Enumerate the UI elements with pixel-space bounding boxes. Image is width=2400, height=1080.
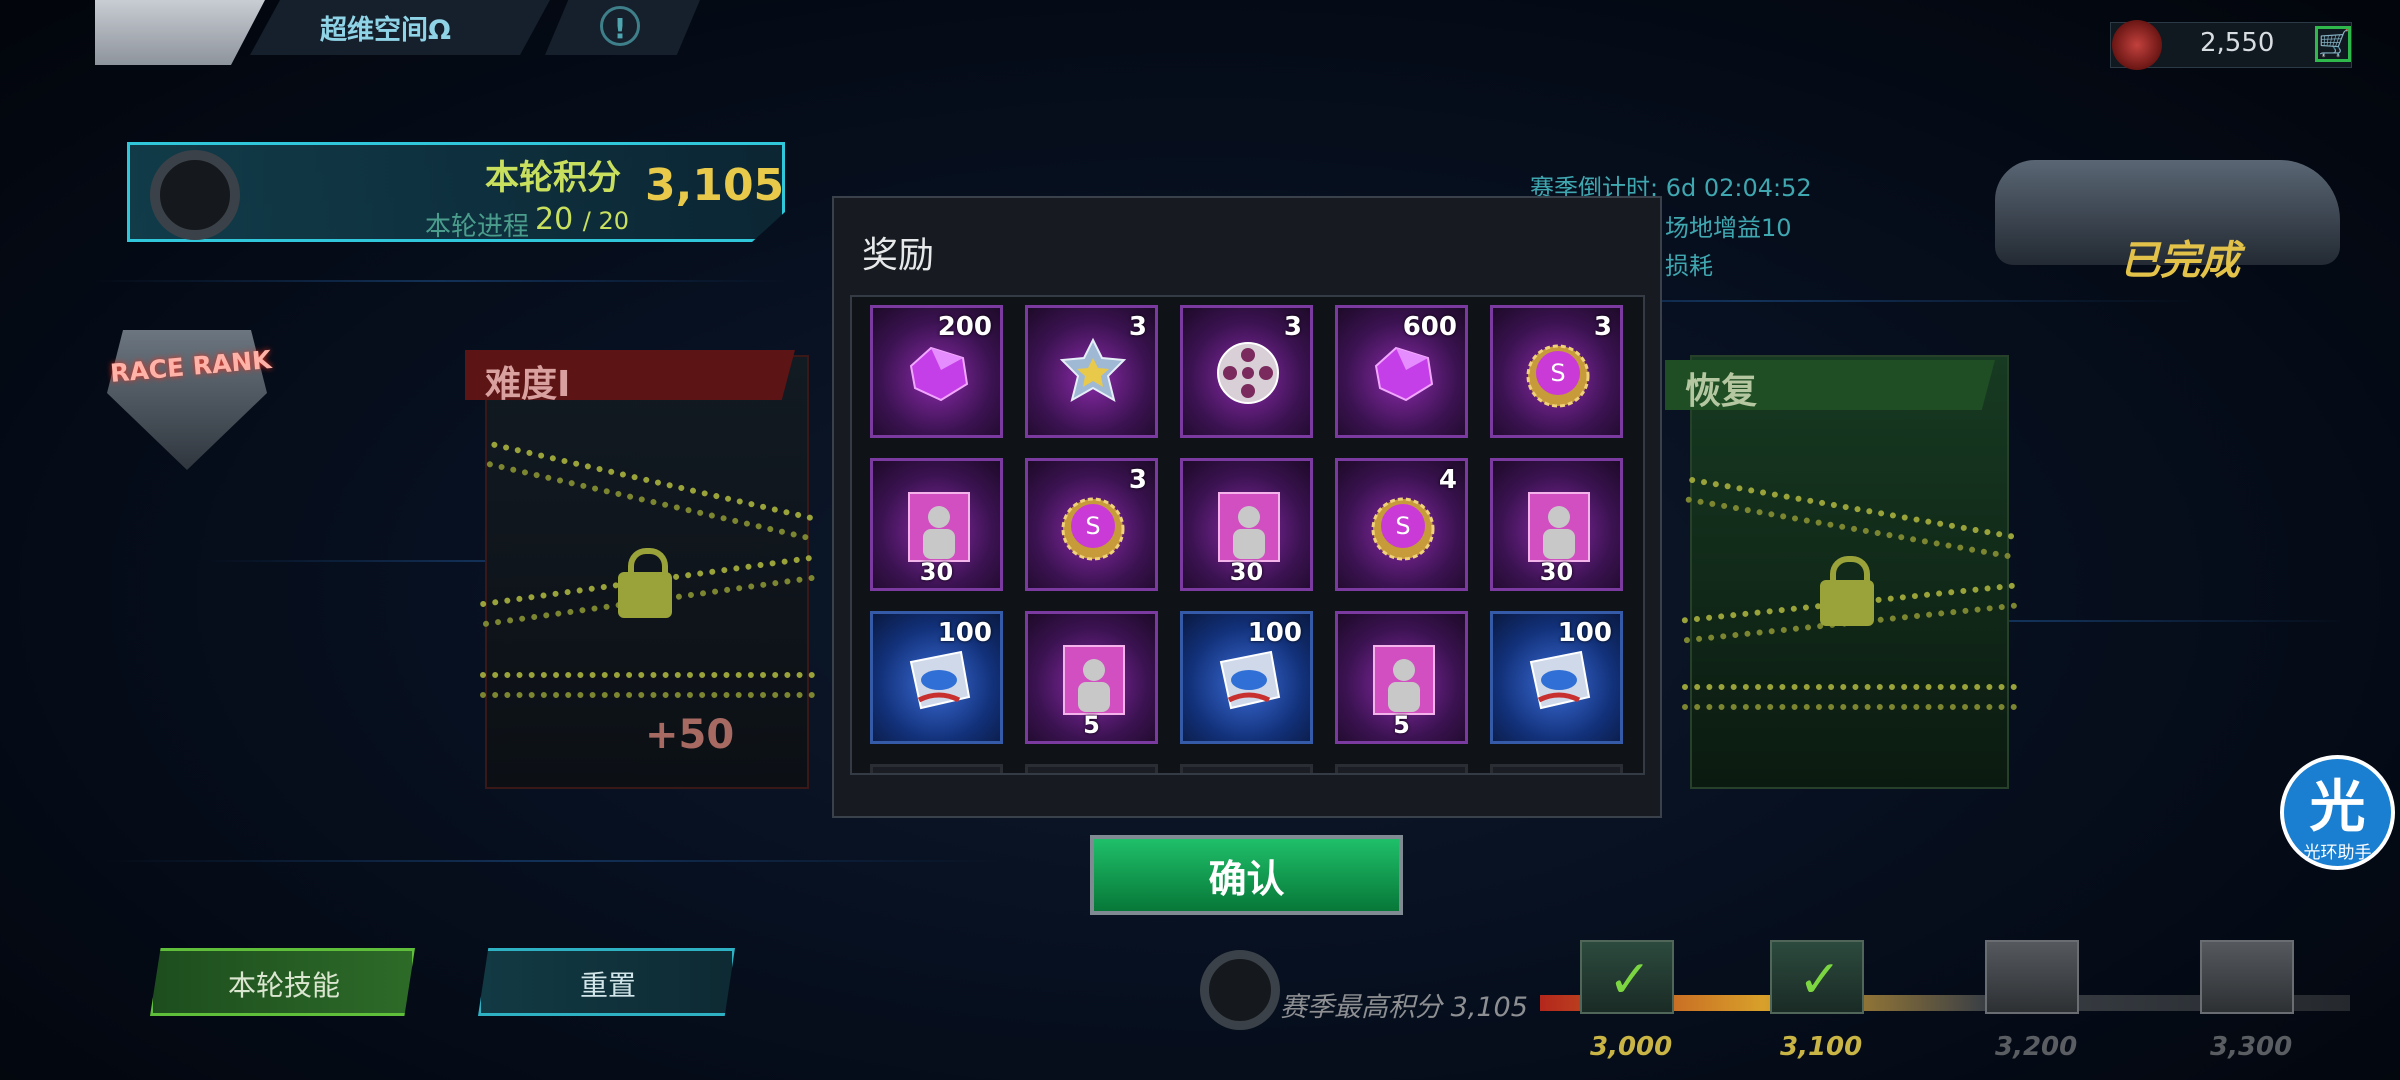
reward-item[interactable]: 5 (1025, 611, 1158, 744)
completed-status: 已完成 (2120, 238, 2240, 284)
reward-count: 4 (1438, 465, 1457, 495)
reward-chest-icon[interactable] (1985, 940, 2079, 1014)
back-button[interactable] (95, 0, 265, 65)
reward-count: 5 (1083, 711, 1100, 739)
difficulty-card-title: 难度I (485, 364, 571, 405)
season-track-bonus: 场地增益10 (1665, 214, 1792, 242)
svg-text:S: S (1395, 512, 1410, 540)
reward-item[interactable]: 100 (1490, 611, 1623, 744)
lock-icon (1820, 556, 1874, 626)
reward-item[interactable]: 100 (1180, 611, 1313, 744)
progress-current: 20 (535, 202, 574, 237)
reward-item[interactable]: 600 (1335, 305, 1468, 438)
reward-grid[interactable]: 200 3 3 600 S 3 30 S 3 30 S 4 30 100 5 100 5 100 (850, 295, 1645, 775)
reward-count: 5 (1393, 711, 1410, 739)
round-score-value: 3,105 (645, 160, 785, 211)
recovery-card-title: 恢复 (1685, 371, 1758, 412)
round-score-label: 本轮积分 (485, 158, 621, 198)
round-progress-value: 20 / 20 (535, 202, 629, 237)
currency-value: 2,550 (2200, 28, 2275, 58)
check-icon: ✓ (1608, 950, 1652, 1010)
reward-item[interactable] (1180, 764, 1313, 773)
reward-item[interactable]: S3 (1025, 458, 1158, 591)
milestone-value: 3,000 (1590, 1032, 1673, 1062)
difficulty-card-bonus: +50 (645, 712, 735, 758)
flaming-tire-icon (150, 150, 240, 240)
chain-icon (1682, 684, 2017, 710)
reward-item[interactable]: 100 (870, 611, 1003, 744)
reward-count: 3 (1593, 312, 1612, 342)
reward-item[interactable]: 30 (870, 458, 1003, 591)
reward-item[interactable]: 200 (870, 305, 1003, 438)
reward-item[interactable]: 5 (1335, 611, 1468, 744)
speed-streak (90, 280, 790, 282)
milestone-value: 3,300 (2210, 1032, 2293, 1062)
reward-item[interactable]: 3 (1025, 305, 1158, 438)
helper-icon: 光 (2309, 775, 2366, 840)
reward-count: 100 (1557, 618, 1612, 648)
page-title: 超维空间Ω (320, 15, 451, 46)
flaming-tire-icon (1200, 950, 1280, 1030)
milestone-value: 3,100 (1780, 1032, 1863, 1062)
reward-count: 100 (1247, 618, 1302, 648)
reward-item[interactable]: S3 (1490, 305, 1623, 438)
chain-icon (480, 672, 815, 698)
reward-count: 3 (1128, 312, 1147, 342)
reward-count: 30 (919, 558, 954, 586)
helper-label: 光环助手 (2303, 843, 2372, 863)
round-progress-label: 本轮进程 (425, 212, 530, 242)
reward-item[interactable] (1490, 764, 1623, 773)
reward-count: 3 (1283, 312, 1302, 342)
reward-item[interactable]: 30 (1490, 458, 1623, 591)
reset-button-label: 重置 (580, 969, 637, 1002)
svg-text:S: S (1085, 512, 1100, 540)
reward-item[interactable] (870, 764, 1003, 773)
reward-item[interactable]: 3 (1180, 305, 1313, 438)
cart-icon[interactable]: 🛒 (2315, 26, 2351, 62)
reward-count: 30 (1539, 558, 1574, 586)
check-icon: ✓ (1798, 950, 1842, 1010)
reward-count: 30 (1229, 558, 1264, 586)
confirm-button-label: 确认 (1208, 857, 1285, 901)
reward-item[interactable]: S4 (1335, 458, 1468, 591)
season-best-score: 赛季最高积分 3,105 (1280, 992, 1528, 1023)
reward-item[interactable] (1335, 764, 1468, 773)
progress-total: / 20 (582, 207, 629, 235)
reward-item[interactable]: 30 (1180, 458, 1313, 591)
reward-count: 3 (1128, 465, 1147, 495)
reward-modal-title: 奖励 (862, 235, 935, 276)
season-wear: 损耗 (1665, 252, 1713, 280)
reward-chest-icon[interactable] (2200, 940, 2294, 1014)
speed-streak (100, 860, 1000, 862)
currency-eye-icon (2112, 20, 2162, 70)
reward-count: 200 (937, 312, 992, 342)
milestone-value: 3,200 (1995, 1032, 2078, 1062)
round-skill-label: 本轮技能 (228, 969, 341, 1002)
info-icon[interactable]: ! (600, 6, 640, 46)
svg-text:S: S (1550, 359, 1565, 387)
reward-item[interactable] (1025, 764, 1158, 773)
lock-icon (618, 548, 672, 618)
reward-count: 100 (937, 618, 992, 648)
reward-count: 600 (1402, 312, 1457, 342)
